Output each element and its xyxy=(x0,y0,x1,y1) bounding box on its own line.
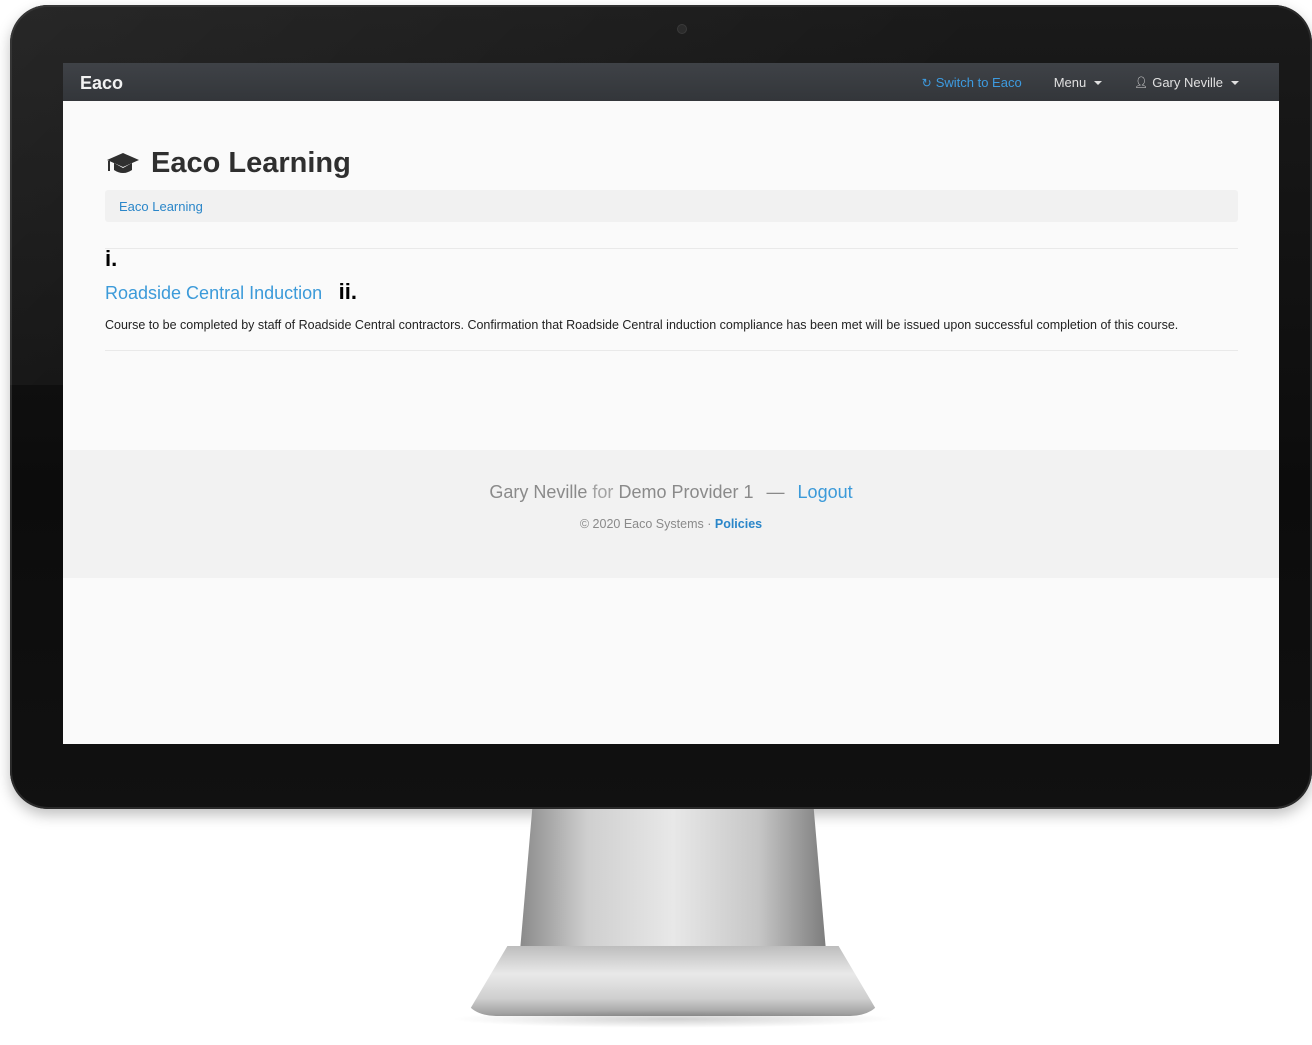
footer-session-line: Gary Neville for Demo Provider 1 — Logou… xyxy=(63,482,1279,503)
footer-separator: — xyxy=(766,482,785,502)
navbar-right: ↻ Switch to Eaco Menu 👤︎ Gary Neville xyxy=(890,75,1239,90)
footer-provider: Demo Provider 1 xyxy=(618,482,754,502)
monitor-stand-base xyxy=(466,946,880,1016)
divider xyxy=(105,248,1238,249)
course-item: Roadside Central Induction ii. Course to… xyxy=(105,279,1238,351)
annotation-marker-i: i. xyxy=(105,246,118,271)
user-icon: 👤︎ xyxy=(1134,77,1149,89)
brand-logo[interactable]: Eaco xyxy=(80,73,123,94)
page-title: Eaco Learning xyxy=(105,147,1238,180)
monitor-stand-neck xyxy=(520,809,826,951)
course-description: Course to be completed by staff of Roads… xyxy=(105,318,1179,332)
user-label: Gary Neville xyxy=(1152,75,1223,90)
footer-user: Gary Neville xyxy=(489,482,588,502)
divider xyxy=(105,350,1238,351)
screen: Eaco ↻ Switch to Eaco Menu 👤︎ Gary Nevil… xyxy=(63,63,1279,744)
logout-link[interactable]: Logout xyxy=(798,482,853,502)
top-navbar: Eaco ↻ Switch to Eaco Menu 👤︎ Gary Nevil… xyxy=(63,63,1279,101)
breadcrumb: Eaco Learning xyxy=(105,190,1238,222)
switch-button[interactable]: ↻ Switch to Eaco xyxy=(922,75,1022,90)
menu-label: Menu xyxy=(1053,75,1087,90)
camera-dot xyxy=(678,25,686,33)
footer-for: for xyxy=(592,482,614,502)
graduation-cap-icon xyxy=(107,152,139,173)
footer-copyright-line: © 2020 Eaco Systems · Policies xyxy=(63,517,1279,531)
chevron-down-icon xyxy=(1231,80,1239,85)
user-dropdown[interactable]: 👤︎ Gary Neville xyxy=(1134,75,1239,90)
copyright-text: © 2020 Eaco Systems · xyxy=(579,517,712,531)
menu-dropdown[interactable]: Menu xyxy=(1054,75,1103,90)
chevron-down-icon xyxy=(1094,80,1103,85)
switch-label: Switch to Eaco xyxy=(935,75,1022,90)
course-title-link[interactable]: Roadside Central Induction xyxy=(105,283,322,303)
annotation-marker-ii: ii. xyxy=(338,279,357,304)
breadcrumb-link[interactable]: Eaco Learning xyxy=(119,199,203,214)
refresh-icon: ↻ xyxy=(921,75,932,90)
policies-link[interactable]: Policies xyxy=(715,517,762,531)
main-content: Eaco Learning Eaco Learning i. Roadside … xyxy=(105,101,1238,351)
page-title-text: Eaco Learning xyxy=(151,147,351,179)
monitor-stand-shadow xyxy=(450,1010,896,1028)
footer: Gary Neville for Demo Provider 1 — Logou… xyxy=(63,450,1279,578)
